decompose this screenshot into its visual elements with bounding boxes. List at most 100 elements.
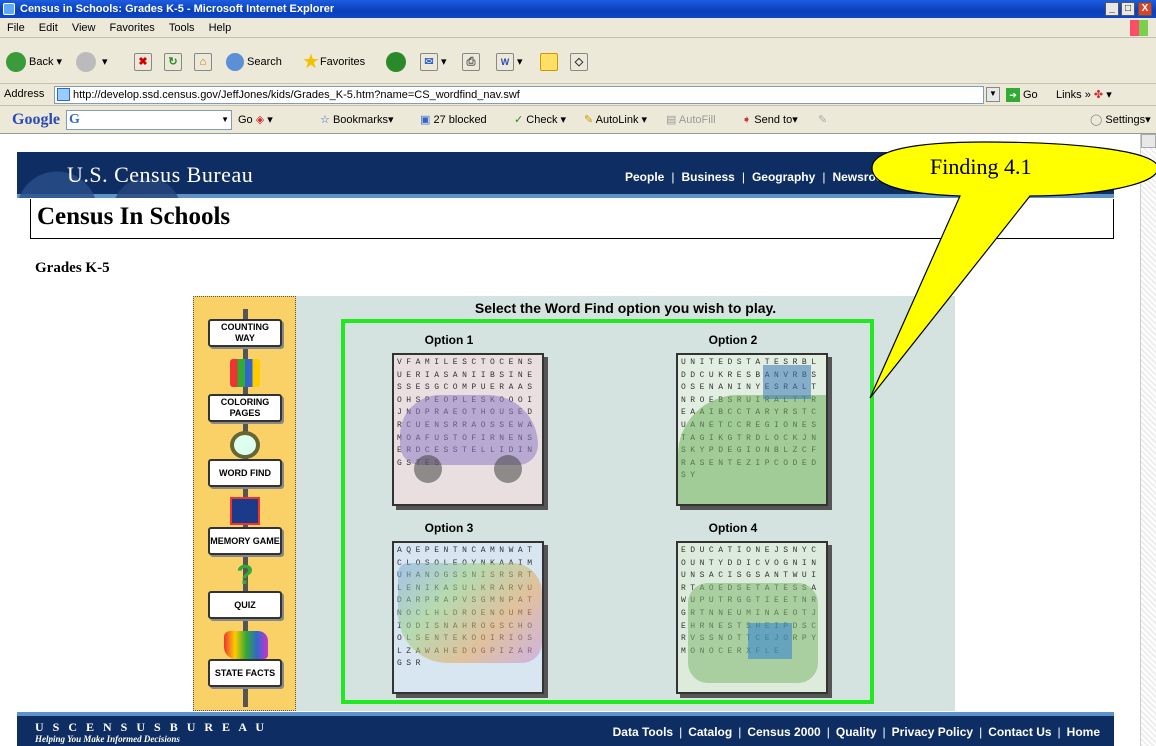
nav-separator: | [671, 170, 675, 184]
option-3-puzzle[interactable]: AQEPENTNCAMNWATCLOSOLEOYNKAAIMUHANOGSSNI… [392, 541, 544, 694]
page-title: Census In Schools [37, 203, 231, 230]
option-1-label: Option 1 [424, 333, 474, 347]
sidebar-item-counting-way[interactable]: COUNTING WAY [208, 319, 282, 347]
option-2-puzzle[interactable]: UNITEDSTATESRBLDDCUKRESBANVRBSOSENANINYE… [676, 353, 828, 506]
vertical-scrollbar[interactable] [1140, 134, 1156, 746]
menu-tools[interactable]: Tools [169, 22, 195, 34]
footer-separator: | [679, 725, 683, 739]
autofill-button[interactable]: ▤ AutoFill [666, 106, 716, 134]
nav-business[interactable]: Business [681, 170, 734, 184]
menu-bar: File Edit View Favorites Tools Help [0, 18, 1156, 38]
favorites-label: Favorites [319, 56, 366, 68]
highlight-icon[interactable]: ✎ [818, 106, 827, 134]
nav-separator: | [741, 170, 745, 184]
links-button[interactable]: Links » ✤ ▾ [1056, 87, 1112, 103]
menu-view[interactable]: View [72, 22, 96, 34]
note-icon [540, 53, 558, 72]
nav-geography[interactable]: Geography [752, 170, 815, 184]
footer-brand[interactable]: U S C E N S U S B U R E A U [35, 720, 267, 735]
footer-separator: | [738, 725, 742, 739]
discuss-button[interactable] [540, 42, 558, 82]
back-button[interactable]: Back ▾ [6, 42, 62, 82]
minimize-button[interactable]: _ [1105, 2, 1119, 16]
magnifier-icon [230, 431, 260, 459]
diamond-icon: ◇ [570, 53, 588, 72]
nav-people[interactable]: People [625, 170, 664, 184]
word-find-flash-app: COUNTING WAY COLORING PAGES WORD FIND ME… [193, 296, 955, 711]
links-label: Links [1056, 89, 1082, 101]
home-icon: ⌂ [194, 53, 212, 72]
print-button[interactable]: ⎙ [462, 42, 480, 82]
refresh-icon: ↻ [164, 53, 182, 72]
bookmarks-button[interactable]: ☆ Bookmarks▾ [320, 106, 394, 134]
links-extra-icon: ✤ [1093, 89, 1104, 101]
google-toolbar: Google G ▼ Go ◈ ▾ ☆ Bookmarks▾ ▣ 27 bloc… [0, 106, 1156, 134]
car-illustration [400, 395, 538, 465]
page-icon [57, 88, 70, 101]
menu-file[interactable]: File [7, 22, 25, 34]
mail-button[interactable]: ✉ ▾ [420, 42, 447, 82]
menu-edit[interactable]: Edit [39, 22, 58, 34]
footer-link-data-tools[interactable]: Data Tools [613, 725, 673, 739]
back-arrow-icon [6, 52, 26, 73]
google-go-button[interactable]: Go ◈ ▾ [238, 106, 273, 134]
forward-button[interactable]: ▾ [76, 42, 108, 82]
callout-label: Finding 4.1 [930, 154, 1032, 179]
footer-link-census-2000[interactable]: Census 2000 [747, 725, 820, 739]
messenger-button[interactable]: ◇ [570, 42, 588, 82]
google-logo[interactable]: Google [12, 106, 60, 134]
search-label: Search [247, 56, 282, 68]
crayons-icon [230, 359, 260, 387]
settings-button[interactable]: ◯ Settings▾ [1090, 106, 1151, 134]
home-button[interactable]: ⌂ [194, 42, 212, 82]
footer-link-home[interactable]: Home [1067, 725, 1100, 739]
search-button[interactable]: Search [226, 42, 282, 82]
option-3-label: Option 3 [424, 521, 474, 535]
edit-button[interactable]: W ▾ [496, 42, 523, 82]
standard-toolbar: Back ▾ ▾ ✖ ↻ ⌂ Search ★Favorites ✉ ▾ ⎙ W… [0, 38, 1156, 84]
scroll-up-icon[interactable] [1141, 134, 1156, 148]
google-options-icon: ◈ [255, 114, 265, 126]
window-title: Census in Schools: Grades K-5 - Microsof… [20, 3, 335, 15]
option-1-puzzle[interactable]: VFAMILESCTOCENSUERIASANIIBSINESSESGCOMPU… [392, 353, 544, 506]
footer-link-catalog[interactable]: Catalog [688, 725, 732, 739]
word-icon: W [496, 53, 514, 72]
close-button[interactable]: X [1138, 2, 1152, 16]
go-button[interactable]: ➔ Go [1006, 87, 1038, 103]
autolink-button[interactable]: ✎ AutoLink ▾ [584, 106, 647, 134]
address-input[interactable]: http://develop.ssd.census.gov/JeffJones/… [54, 86, 984, 104]
google-search-dropdown-icon[interactable]: ▼ [221, 113, 229, 127]
stop-button[interactable]: ✖ [134, 42, 152, 82]
search-icon [226, 53, 244, 72]
refresh-button[interactable]: ↻ [164, 42, 182, 82]
maximize-button[interactable]: □ [1121, 2, 1135, 16]
popup-blocker-button[interactable]: ▣ 27 blocked [420, 106, 487, 134]
browser-window: Census in Schools: Grades K-5 - Microsof… [0, 0, 1156, 746]
footer-link-contact-us[interactable]: Contact Us [988, 725, 1051, 739]
spellcheck-icon: ✓ [514, 114, 524, 126]
sidebar-item-quiz[interactable]: QUIZ [208, 591, 282, 619]
menu-help[interactable]: Help [209, 22, 232, 34]
check-label: Check [526, 114, 558, 126]
footer-link-privacy-policy[interactable]: Privacy Policy [892, 725, 973, 739]
sidebar-item-word-find[interactable]: WORD FIND [208, 459, 282, 487]
star-icon: ★ [302, 51, 320, 74]
favorites-button[interactable]: ★Favorites [302, 42, 365, 82]
send-to-button[interactable]: ➧ Send to▾ [742, 106, 798, 134]
bookmark-star-icon: ☆ [320, 114, 330, 126]
sidebar-item-state-facts[interactable]: STATE FACTS [208, 659, 282, 687]
google-go-label: Go [238, 114, 253, 126]
address-dropdown-icon[interactable]: ▼ [986, 87, 1000, 102]
sidebar-item-coloring-pages[interactable]: COLORING PAGES [208, 394, 282, 422]
google-search-input[interactable]: G ▼ [66, 110, 232, 130]
us-map-icon [224, 631, 268, 659]
site-brand[interactable]: U.S. Census Bureau [67, 162, 253, 188]
media-button[interactable] [386, 42, 409, 82]
nav-newsroom[interactable]: Newsroom [832, 170, 893, 184]
top-nav: People | Business | Geography | Newsroom [625, 170, 894, 184]
option-4-puzzle[interactable]: EDUCATIONEJSNYCOUNTYDDICVOGNINUNSACISGSA… [676, 541, 828, 694]
sidebar-item-memory-game[interactable]: MEMORY GAME [208, 527, 282, 555]
footer-link-quality[interactable]: Quality [836, 725, 877, 739]
menu-favorites[interactable]: Favorites [110, 22, 155, 34]
spellcheck-button[interactable]: ✓ Check ▾ [514, 106, 566, 134]
